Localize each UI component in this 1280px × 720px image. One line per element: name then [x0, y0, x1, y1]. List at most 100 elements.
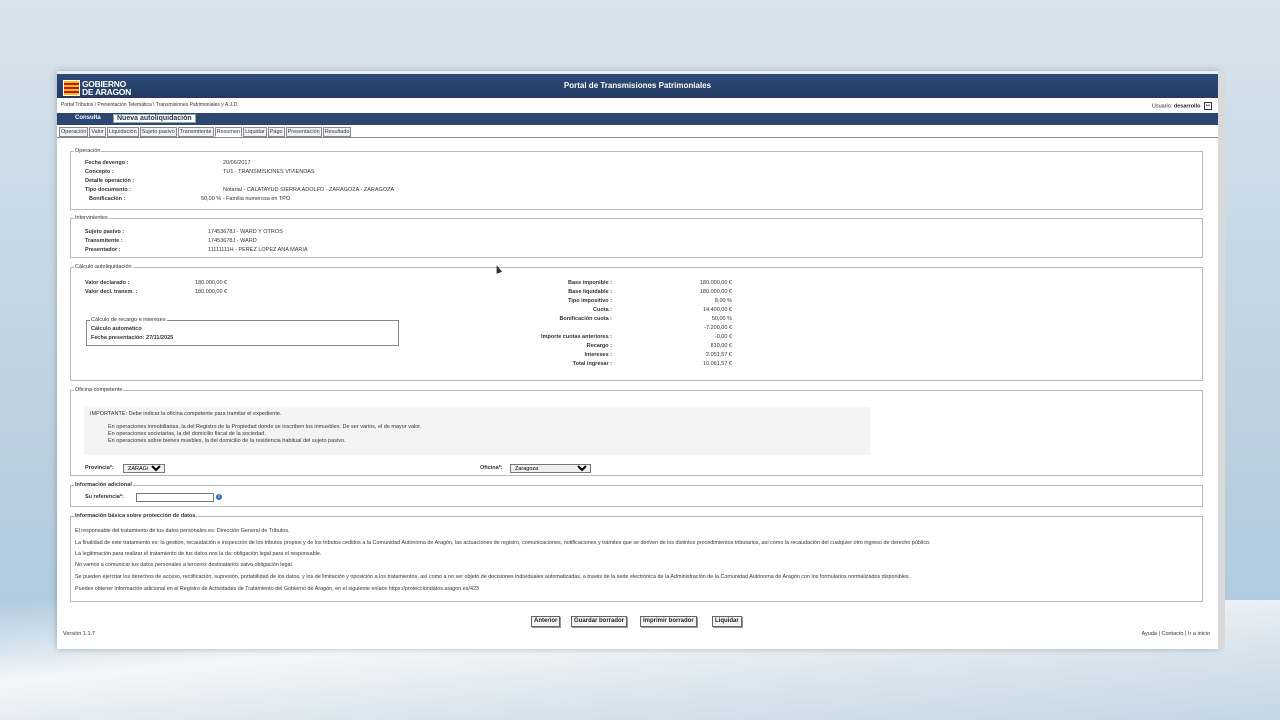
nav-nueva-autoliquidacion[interactable]: Nueva autoliquidación [113, 114, 196, 123]
tab-transmitente[interactable]: Transmitente [177, 127, 214, 137]
operacion-section: Operación Fecha devengo : 20/06/2017 Con… [70, 148, 1203, 210]
valor-declarado-label: Valor declarado : [85, 280, 130, 286]
liquidar-button[interactable]: Liquidar [712, 616, 742, 627]
tab-resultado[interactable]: Resultado [322, 127, 352, 137]
transmitente-value: 17453678J - WARD [208, 238, 257, 244]
step-tabs: Operación Valor Liquidación Sujeto pasiv… [59, 127, 352, 137]
tab-operacion[interactable]: Operación [59, 127, 89, 137]
referencia-label: Su referencia*: [85, 494, 124, 500]
proteccion-p4: No vamos a comunicar tus datos personale… [75, 562, 294, 568]
portal-title: Portal de Transmisiones Patrimoniales [563, 81, 712, 90]
bonificacion-label: Bonificación : [89, 196, 126, 202]
concepto-value: TU1 - TRANSMISIONES VIVIENDAS [223, 169, 315, 175]
main-nav: Consulta Nueva autoliquidación [57, 113, 1218, 125]
fecha-devengo-value: 20/06/2017 [223, 160, 251, 166]
total-row-label: Intereses : [584, 352, 612, 358]
total-row-label: Importe cuotas anteriores : [541, 334, 612, 340]
bonificacion-value: 50,00 % - Familia numerosa en TPO [201, 196, 291, 202]
intervinientes-section: Intervinientes Sujeto pasivo : 17453678J… [70, 215, 1203, 258]
concepto-label: Concepto : [85, 169, 114, 175]
total-row-value: -0,00 € [714, 334, 732, 340]
tab-resumen[interactable]: Resumen [214, 127, 243, 137]
recargo-box: Cálculo de recargo e intereses Cálculo a… [86, 317, 399, 346]
proteccion-datos-section: Información básica sobre protección de d… [70, 513, 1203, 602]
footer-links: Ayuda | Contacto | Ir a inicio [1141, 631, 1210, 637]
detalle-operacion-label: Detalle operación : [85, 178, 135, 184]
proteccion-p3: La legitimación para realizar el tratami… [75, 551, 322, 557]
tab-liquidacion[interactable]: Liquidación [106, 127, 139, 137]
logout-icon[interactable]: ↦ [1204, 102, 1212, 110]
proteccion-p5: Se pueden ejercitar los derechos de acce… [75, 574, 911, 580]
total-row-label: Tipo impositivo : [568, 298, 612, 304]
browser-window: GOBIERNO DE ARAGON Portal de Transmision… [57, 71, 1218, 649]
anterior-button[interactable]: Anterior [531, 616, 561, 627]
oficina-legend: Oficina competente [74, 387, 124, 393]
total-row-value: 810,00 € [710, 343, 732, 349]
oficina-label: Oficina*: [480, 465, 503, 471]
breadcrumb[interactable]: Portal Tributos \ Presentación Telemátic… [61, 102, 238, 108]
proteccion-p1: El responsable del tratamiento de tus da… [75, 528, 290, 534]
user-info: Usuario: desarrollo ↦ [1152, 102, 1212, 110]
total-ingresar-label: Total ingresar : [572, 361, 612, 367]
fecha-devengo-label: Fecha devengo : [85, 160, 129, 166]
total-ingresar-value: 10.061,57 € [702, 361, 732, 367]
version-label: Versión 1.1.7 [63, 631, 96, 637]
tab-presentacion[interactable]: Presentación [285, 127, 322, 137]
sujeto-pasivo-value: 17453678J - WARD Y OTROS [208, 229, 283, 235]
inicio-link[interactable]: Ir a inicio [1188, 631, 1210, 637]
tab-liquidar[interactable]: Liquidar [243, 127, 267, 137]
provincia-label: Provincia*: [85, 465, 114, 471]
user-label: Usuario: [1151, 103, 1173, 110]
presentador-label: Presentador : [85, 247, 121, 253]
recargo-line-1: Cálculo automático [91, 326, 142, 332]
tab-valor[interactable]: Valor [89, 127, 106, 137]
total-row-value: 2.051,57 € [706, 352, 732, 358]
total-row-value: -7.200,00 € [704, 325, 732, 331]
total-row-label: Bonificación cuota : [559, 316, 612, 322]
tab-pago[interactable]: Pago [267, 127, 285, 137]
guardar-borrador-button[interactable]: Guardar borrador [571, 616, 628, 627]
presentador-value: 11111111H - PEREZ LOPEZ ANA MARIA [208, 247, 308, 253]
info-adicional-section: Información adicional Su referencia*: i [70, 482, 1203, 507]
imprimir-borrador-button[interactable]: Imprimir borrador [640, 616, 697, 627]
total-row-value: 180.000,00 € [699, 280, 732, 286]
tipo-documento-value: Notarial - CALATAYUD SIERRA ADOLFO - ZAR… [223, 187, 395, 193]
total-row-value: 50,00 % [711, 316, 732, 322]
info-adicional-legend: Información adicional [74, 482, 133, 488]
tab-sujeto-pasivo[interactable]: Sujeto pasivo [139, 127, 177, 137]
valor-transm-label: Valor decl. transm. : [85, 289, 138, 295]
provincia-select[interactable]: ZARAGOZA [123, 464, 165, 473]
total-row-label: Cuota : [593, 307, 612, 313]
recargo-line-2: Fecha presentación: 27/11/2025 [91, 335, 174, 341]
total-row-label: Recargo : [586, 343, 612, 349]
proteccion-p6[interactable]: Puedes obtener información adicional en … [75, 586, 479, 592]
transmitente-label: Transmitente : [85, 238, 123, 244]
nav-consulta[interactable]: Consulta [75, 115, 101, 121]
window-scrollbar[interactable] [1218, 71, 1225, 649]
valor-declarado-value: 180.000,00 € [195, 280, 228, 286]
recargo-legend: Cálculo de recargo e intereses [90, 317, 167, 323]
oficina-notice: IMPORTANTE: Debe indicar la oficina comp… [84, 407, 870, 455]
oficina-line-1: En operaciones inmobiliarias, la del Reg… [108, 424, 422, 430]
total-row-label: Base imponible : [567, 280, 612, 286]
info-icon[interactable]: i [216, 494, 222, 500]
total-row-value: 180.000,00 € [699, 289, 732, 295]
referencia-input[interactable] [136, 493, 214, 502]
tab-divider [57, 137, 1218, 138]
top-header-bar: GOBIERNO DE ARAGON Portal de Transmision… [57, 71, 1218, 98]
ayuda-link[interactable]: Ayuda [1141, 631, 1157, 637]
proteccion-p2: La finalidad de este tratamiento es: la … [75, 540, 931, 546]
intervinientes-legend: Intervinientes [74, 215, 109, 221]
oficina-select[interactable]: Zaragoza [510, 464, 591, 473]
footer-separator: | [1185, 631, 1187, 637]
oficina-line-2: En operaciones societarias, la del domic… [108, 431, 266, 437]
calculo-legend: Cálculo autoliquidación [74, 264, 133, 270]
footer-separator: | [1158, 631, 1160, 637]
sujeto-pasivo-label: Sujeto pasivo : [85, 229, 125, 235]
total-row-value: 8,00 % [714, 298, 732, 304]
contacto-link[interactable]: Contacto [1161, 631, 1183, 637]
total-row-value: 14.400,00 € [702, 307, 732, 313]
calculo-section: Cálculo autoliquidación Valor declarado … [70, 264, 1203, 381]
operacion-legend: Operación [74, 148, 102, 154]
user-name: desarrollo [1173, 103, 1201, 110]
